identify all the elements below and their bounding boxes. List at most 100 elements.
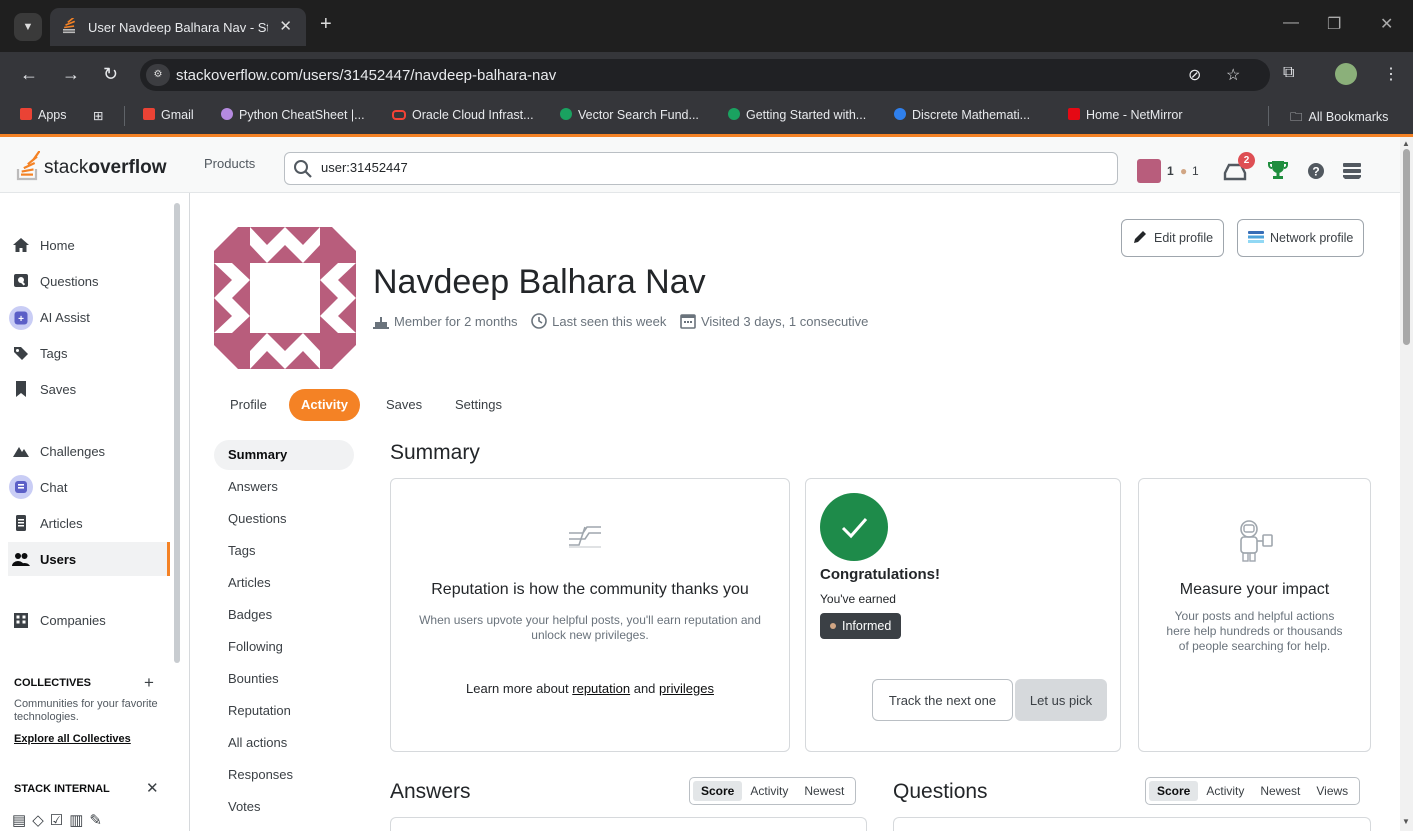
help-icon[interactable]: ? <box>1307 162 1325 180</box>
inbox-badge: 2 <box>1238 152 1255 169</box>
impact-card-title: Measure your impact <box>1179 581 1330 598</box>
stackoverflow-logo-icon <box>16 149 41 181</box>
questions-heading: Questions <box>893 780 988 803</box>
subnav-badges[interactable]: Badges <box>214 600 354 630</box>
dismiss-internal-icon[interactable]: ✕ <box>146 779 159 797</box>
questions-sort-newest[interactable]: Newest <box>1252 781 1308 801</box>
sidebar-item-articles[interactable]: Articles <box>8 506 170 540</box>
sidebar-item-home[interactable]: Home <box>8 228 170 262</box>
subnav-all-actions[interactable]: All actions <box>214 728 354 758</box>
search-box[interactable] <box>284 152 1118 185</box>
subnav-answers[interactable]: Answers <box>214 472 354 502</box>
page-scrollbar[interactable]: ▲ ▼ <box>1400 137 1413 831</box>
explore-collectives-link[interactable]: Explore all Collectives <box>14 733 131 745</box>
close-window-icon[interactable]: ✕ <box>1380 14 1393 34</box>
subnav-questions[interactable]: Questions <box>214 504 354 534</box>
bookmark-python[interactable]: Python CheatSheet |... <box>221 108 365 122</box>
subnav-votes[interactable]: Votes <box>214 792 354 822</box>
new-tab-button[interactable]: + <box>320 14 332 34</box>
achievements-trophy-icon[interactable] <box>1268 159 1288 181</box>
tab-profile[interactable]: Profile <box>218 389 279 421</box>
tab-groups-icon[interactable]: ⊞ <box>93 108 103 123</box>
privileges-link[interactable]: privileges <box>659 681 714 696</box>
forward-icon[interactable]: → <box>62 64 80 84</box>
answers-sort-newest[interactable]: Newest <box>796 781 852 801</box>
logo-text: stackoverflow <box>44 157 167 178</box>
subnav-responses[interactable]: Responses <box>214 760 354 790</box>
site-info-icon[interactable]: ⚙ <box>146 64 170 86</box>
address-bar[interactable]: ⚙ stackoverflow.com/users/31452447/navde… <box>140 59 1270 91</box>
track-next-button[interactable]: Track the next one <box>872 679 1013 721</box>
menu-dots-icon[interactable]: ⋮ <box>1383 64 1399 84</box>
sidebar-item-users[interactable]: Users <box>8 542 170 576</box>
tag-icon <box>14 347 28 360</box>
search-input[interactable] <box>321 160 1081 175</box>
sidebar-item-tags[interactable]: Tags <box>8 336 170 370</box>
subnav-articles[interactable]: Articles <box>214 568 354 598</box>
subnav-summary[interactable]: Summary <box>214 440 354 470</box>
back-icon[interactable]: ← <box>20 64 38 84</box>
products-link[interactable]: Products <box>204 156 255 171</box>
stackoverflow-favicon-icon <box>62 16 76 37</box>
bookmark-vector-search[interactable]: Vector Search Fund... <box>560 108 699 122</box>
questions-sort-score[interactable]: Score <box>1149 781 1199 801</box>
site-switcher-icon[interactable] <box>1342 162 1362 180</box>
browser-tab[interactable]: User Navdeep Balhara Nav - Stack Overflo… <box>50 8 306 46</box>
network-profile-button[interactable]: Network profile <box>1237 219 1365 257</box>
tab-settings[interactable]: Settings <box>443 389 514 421</box>
answers-list-card <box>390 817 867 831</box>
bookmark-netmirror[interactable]: Home - NetMirror <box>1068 108 1183 122</box>
tab-search-icon[interactable]: ▼ <box>14 13 42 41</box>
minimize-icon[interactable]: — <box>1283 14 1299 32</box>
badge-informed[interactable]: Informed <box>820 613 902 639</box>
scroll-down-icon[interactable]: ▼ <box>1402 817 1410 826</box>
stackoverflow-logo[interactable]: stackoverflow <box>16 149 186 181</box>
subnav-tags[interactable]: Tags <box>214 536 354 566</box>
user-avatar[interactable] <box>214 227 356 369</box>
restore-icon[interactable]: ❐ <box>1327 14 1341 34</box>
add-collective-icon[interactable]: + <box>144 673 154 693</box>
bookmarks-bar: Apps ⊞ Gmail Python CheatSheet |... Orac… <box>0 98 1413 134</box>
sidebar-item-chat[interactable]: Chat <box>8 470 170 504</box>
scroll-thumb[interactable] <box>1403 149 1410 345</box>
reputation-link[interactable]: reputation <box>572 681 630 696</box>
users-icon <box>12 553 30 566</box>
bookmark-discrete-math[interactable]: Discrete Mathemati... <box>894 108 1030 122</box>
let-us-pick-button[interactable]: Let us pick <box>1015 679 1107 721</box>
sidebar-item-challenges[interactable]: Challenges <box>8 434 170 468</box>
bookmark-gmail[interactable]: Gmail <box>143 108 194 122</box>
user-avatar-small[interactable] <box>1137 159 1161 183</box>
all-bookmarks[interactable]: 🗀 All Bookmarks <box>1290 108 1388 129</box>
mongodb-icon <box>560 108 572 120</box>
profile-avatar-icon[interactable] <box>1335 63 1357 85</box>
extensions-icon[interactable]: ⧉ <box>1283 64 1294 82</box>
sidebar-item-questions[interactable]: Questions <box>8 264 170 298</box>
bookmark-oracle[interactable]: Oracle Cloud Infrast... <box>392 108 534 122</box>
answers-sort-score[interactable]: Score <box>693 781 743 801</box>
sidebar-item-companies[interactable]: Companies <box>8 603 170 637</box>
reload-icon[interactable]: ↻ <box>103 64 118 84</box>
tab-saves[interactable]: Saves <box>374 389 434 421</box>
questions-sort-activity[interactable]: Activity <box>1198 781 1252 801</box>
eye-slash-icon[interactable]: ⊘ <box>1188 65 1201 85</box>
bookmark-star-icon[interactable]: ☆ <box>1226 65 1240 85</box>
scroll-up-icon[interactable]: ▲ <box>1402 139 1410 148</box>
bookmark-apps[interactable]: Apps <box>20 108 67 122</box>
sidebar-item-saves[interactable]: Saves <box>8 372 170 406</box>
tab-activity[interactable]: Activity <box>289 389 360 421</box>
subnav-reputation[interactable]: Reputation <box>214 696 354 726</box>
questions-sort-views[interactable]: Views <box>1308 781 1356 801</box>
browser-tabbar: ▼ User Navdeep Balhara Nav - Stack Overf… <box>0 0 1413 52</box>
bookmark-getting-started[interactable]: Getting Started with... <box>728 108 866 122</box>
edit-profile-button[interactable]: Edit profile <box>1121 219 1225 257</box>
subnav-following[interactable]: Following <box>214 632 354 662</box>
sidebar-item-ai-assist[interactable]: + AI Assist <box>8 300 170 334</box>
answers-sort-activity[interactable]: Activity <box>742 781 796 801</box>
tab-close-icon[interactable]: ✕ <box>279 17 292 35</box>
url-text[interactable]: stackoverflow.com/users/31452447/navdeep… <box>176 67 556 84</box>
questions-icon <box>14 274 28 287</box>
subnav-bounties[interactable]: Bounties <box>214 664 354 694</box>
sidebar-scrollbar[interactable] <box>174 203 180 663</box>
astronaut-icon <box>1240 520 1273 562</box>
reputation-card-text: When users upvote your helpful posts, yo… <box>419 613 761 642</box>
